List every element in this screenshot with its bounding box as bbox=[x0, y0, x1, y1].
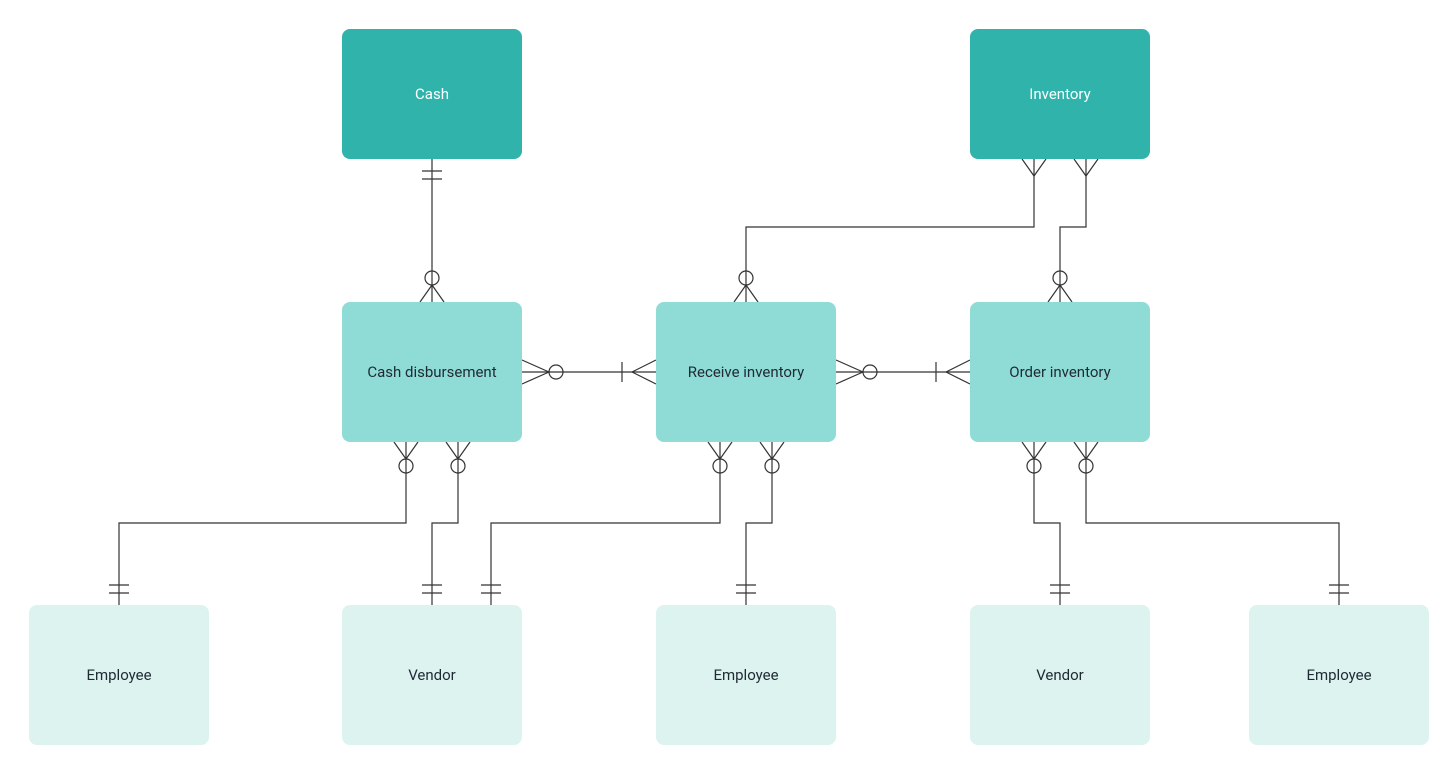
entity-label: Employee bbox=[1306, 665, 1371, 685]
entity-label: Employee bbox=[86, 665, 151, 685]
entity-label: Employee bbox=[713, 665, 778, 685]
entity-order_inv[interactable]: Order inventory bbox=[970, 302, 1150, 442]
entity-label: Vendor bbox=[408, 665, 456, 685]
entity-inventory[interactable]: Inventory bbox=[970, 29, 1150, 159]
entity-emp2[interactable]: Employee bbox=[656, 605, 836, 745]
entity-emp3[interactable]: Employee bbox=[1249, 605, 1429, 745]
entity-label: Cash bbox=[415, 84, 449, 104]
entity-cash[interactable]: Cash bbox=[342, 29, 522, 159]
entity-label: Inventory bbox=[1029, 84, 1090, 104]
entity-label: Order inventory bbox=[1009, 362, 1110, 382]
entity-vendor1[interactable]: Vendor bbox=[342, 605, 522, 745]
entity-cash_disb[interactable]: Cash disbursement bbox=[342, 302, 522, 442]
entity-vendor2[interactable]: Vendor bbox=[970, 605, 1150, 745]
entity-label: Vendor bbox=[1036, 665, 1084, 685]
entity-emp1[interactable]: Employee bbox=[29, 605, 209, 745]
entity-recv_inv[interactable]: Receive inventory bbox=[656, 302, 836, 442]
entity-label: Receive inventory bbox=[688, 362, 804, 382]
entity-label: Cash disbursement bbox=[367, 362, 496, 382]
